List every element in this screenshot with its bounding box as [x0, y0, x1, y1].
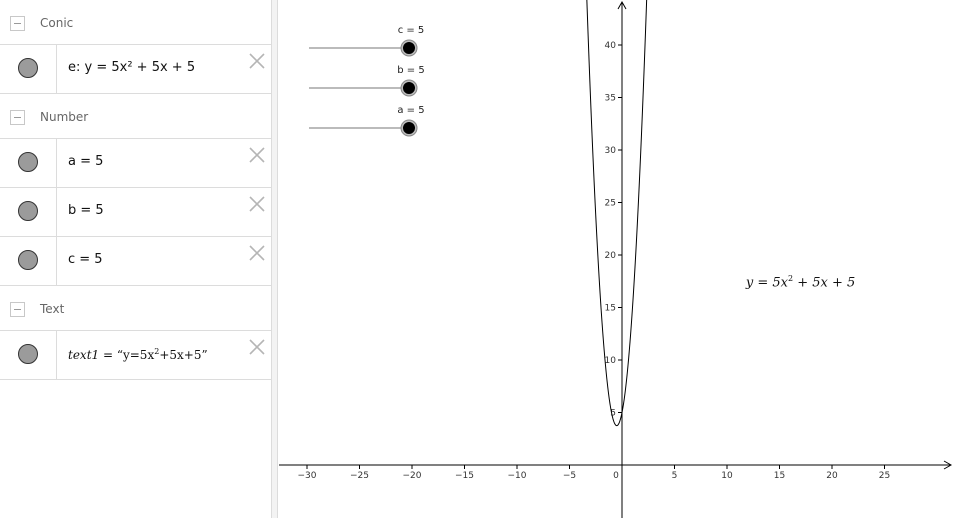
x-tick-label: 5: [672, 471, 678, 481]
group-header-number[interactable]: Number: [0, 95, 271, 139]
group-header-text[interactable]: Text: [0, 287, 271, 331]
delete-icon[interactable]: [248, 338, 266, 356]
text-object-value: = “y=5x: [99, 348, 155, 362]
marble-cell: [0, 188, 57, 236]
slider-b[interactable]: b = 5: [309, 65, 425, 97]
group-label: Conic: [40, 16, 74, 30]
marble-cell: [0, 237, 57, 285]
text-object-content: y = 5x: [745, 275, 788, 291]
algebra-expression[interactable]: b = 5: [68, 203, 104, 218]
text-object-text1[interactable]: y = 5x2 + 5x + 5: [746, 274, 855, 290]
x-tick-label: 20: [826, 471, 838, 481]
slider-a[interactable]: a = 5: [309, 105, 425, 137]
x-tick-label: −30: [298, 471, 317, 481]
sliders[interactable]: c = 5 b = 5 a = 5: [309, 25, 425, 137]
graphics-view[interactable]: −30 −25 −20 −15 −10 −5 0 5 10 15 20 25 5 10 15 20 25 30 35…: [279, 0, 953, 518]
algebra-item-a[interactable]: a = 5: [0, 138, 271, 188]
visibility-toggle-icon[interactable]: [18, 58, 38, 78]
y-tick-label: 25: [605, 199, 616, 209]
collapse-toggle-icon[interactable]: [10, 302, 25, 317]
visibility-toggle-icon[interactable]: [18, 201, 38, 221]
y-tick-label: 10: [605, 356, 617, 366]
marble-cell: [0, 139, 57, 187]
collapse-toggle-icon[interactable]: [10, 16, 25, 31]
algebra-item-b[interactable]: b = 5: [0, 187, 271, 237]
x-tick-label: 10: [721, 471, 733, 481]
y-tick-label: 20: [605, 251, 617, 261]
visibility-toggle-icon[interactable]: [18, 152, 38, 172]
algebra-view: Conic e: y = 5x² + 5x + 5 Number a = 5 b…: [0, 0, 271, 518]
algebra-expression[interactable]: c = 5: [68, 252, 103, 267]
slider-handle[interactable]: [403, 42, 415, 54]
delete-icon[interactable]: [248, 146, 266, 164]
slider-c[interactable]: c = 5: [309, 25, 425, 57]
visibility-toggle-icon[interactable]: [18, 344, 38, 364]
x-tick-label: −25: [350, 471, 369, 481]
slider-label: c = 5: [398, 25, 425, 36]
x-tick-label: 0: [613, 471, 619, 481]
delete-icon[interactable]: [248, 52, 266, 70]
text-object-content-rest: + 5x + 5: [793, 275, 856, 291]
x-tick-label: 25: [879, 471, 890, 481]
algebra-item-text1[interactable]: text1 = “y=5x2+5x+5”: [0, 330, 271, 380]
algebra-item-e[interactable]: e: y = 5x² + 5x + 5: [0, 44, 271, 94]
y-tick-label: 15: [605, 304, 616, 314]
group-header-conic[interactable]: Conic: [0, 1, 271, 45]
group-label: Text: [40, 302, 65, 316]
algebra-item-c[interactable]: c = 5: [0, 236, 271, 286]
algebra-expression[interactable]: a = 5: [68, 154, 103, 169]
delete-icon[interactable]: [248, 244, 266, 262]
x-tick-label: −20: [403, 471, 422, 481]
marble-cell: [0, 331, 57, 379]
group-label: Number: [40, 110, 89, 124]
graph-canvas[interactable]: −30 −25 −20 −15 −10 −5 0 5 10 15 20 255101520253035…: [279, 0, 953, 518]
slider-label: b = 5: [397, 65, 424, 76]
view-splitter[interactable]: [271, 0, 278, 518]
x-tick-label: −15: [455, 471, 474, 481]
axis-ticks: −30 −25 −20 −15 −10 −5 0 5 10 15 20 255101520253035…: [298, 41, 891, 481]
x-tick-label: −5: [563, 471, 576, 481]
algebra-expression[interactable]: text1 = “y=5x2+5x+5”: [68, 347, 208, 362]
visibility-toggle-icon[interactable]: [18, 250, 38, 270]
x-tick-label: −10: [508, 471, 527, 481]
slider-handle[interactable]: [403, 122, 415, 134]
y-tick-label: 35: [605, 94, 616, 104]
function-curve-e[interactable]: [586, 0, 648, 427]
y-tick-label: 40: [605, 41, 617, 51]
slider-handle[interactable]: [403, 82, 415, 94]
delete-icon[interactable]: [248, 195, 266, 213]
x-tick-label: 15: [774, 471, 785, 481]
slider-label: a = 5: [397, 105, 424, 116]
y-tick-label: 30: [605, 146, 617, 156]
marble-cell: [0, 45, 57, 93]
collapse-toggle-icon[interactable]: [10, 110, 25, 125]
text-object-name: text1: [68, 348, 100, 362]
algebra-expression[interactable]: e: y = 5x² + 5x + 5: [68, 60, 195, 75]
text-object-value-rest: +5x+5”: [159, 348, 208, 362]
